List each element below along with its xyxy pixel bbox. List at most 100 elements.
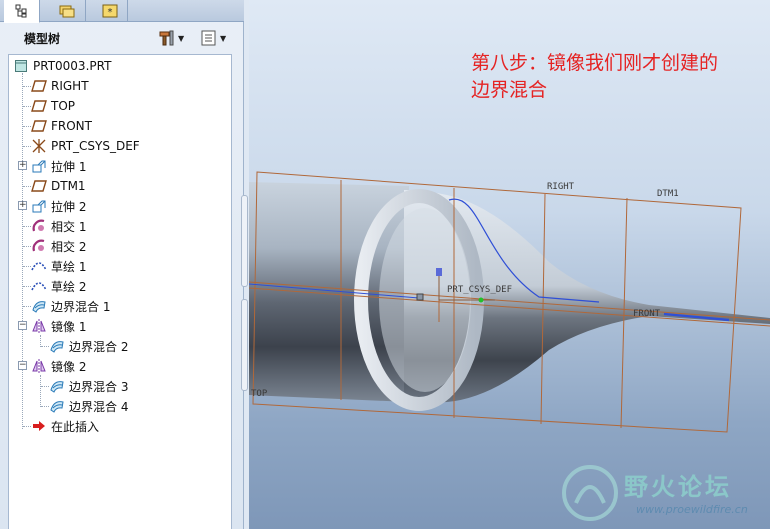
tree-item-label: 在此插入 (51, 419, 100, 434)
tree-connector-line (41, 386, 49, 387)
annotation-line-1: 第八步：镜像我们刚才创建的 (471, 52, 719, 74)
forum-watermark: 野火论坛 www.proewildfire.cn (558, 461, 768, 529)
model-tree-tab-icon (15, 4, 26, 18)
favorites-tab[interactable]: * (92, 0, 128, 22)
boundary-blend-icon (31, 298, 47, 314)
tree-item-boundary-blend-2[interactable]: 边界混合 2 (49, 336, 271, 356)
tree-item-top[interactable]: TOP (31, 96, 253, 116)
tree-item-dtm1[interactable]: DTM1 (31, 176, 253, 196)
tree-connector-line (41, 406, 49, 407)
tree-item-label: 草绘 2 (51, 279, 87, 294)
tree-item-label: RIGHT (51, 79, 89, 93)
tree-item-label: 边界混合 2 (69, 339, 129, 354)
model-tree: PRT0003.PRT RIGHT TOP FRONT PRT_CSYS_DEF… (8, 54, 232, 529)
expand-toggle[interactable]: + (18, 201, 27, 210)
boundary-blend-icon (49, 338, 65, 354)
datum-label-dtm1: DTM1 (657, 189, 679, 199)
tree-item-insert-here[interactable]: 在此插入 (31, 416, 253, 436)
folder-browser-tab-icon (59, 5, 74, 18)
intersect-icon (31, 238, 47, 254)
tree-connector-line (40, 375, 41, 407)
tree-item-intersect-1[interactable]: 相交 1 (31, 216, 253, 236)
tree-item-sketch-1[interactable]: 草绘 1 (31, 256, 253, 276)
mirror-icon (31, 318, 47, 334)
tree-item-label: DTM1 (51, 179, 86, 193)
tree-item-label: 拉伸 1 (51, 159, 87, 174)
tree-item-extrude-2[interactable]: 拉伸 2 (31, 196, 253, 216)
svg-text:*: * (107, 7, 112, 18)
datum-plane-icon (31, 118, 47, 134)
mirror-icon (31, 358, 47, 374)
tree-item-label: 边界混合 4 (69, 399, 129, 414)
folder-browser-tab[interactable] (50, 0, 86, 22)
tree-item-label: PRT0003.PRT (33, 59, 112, 73)
tree-item-label: 边界混合 3 (69, 379, 129, 394)
tree-item-extrude-1[interactable]: 拉伸 1 (31, 156, 253, 176)
tree-item-boundary-blend-1[interactable]: 边界混合 1 (31, 296, 253, 316)
favorites-tab-icon: * (102, 4, 117, 18)
sketch-icon (31, 258, 47, 274)
model-tree-tab[interactable] (4, 0, 40, 23)
splitter-handle[interactable] (241, 195, 248, 287)
tree-item-front[interactable]: FRONT (31, 116, 253, 136)
expand-toggle[interactable]: + (18, 161, 27, 170)
watermark-logo-icon (562, 465, 618, 521)
datum-plane-icon (31, 98, 47, 114)
tutorial-annotation: 第八步：镜像我们刚才创建的 边界混合 (471, 50, 761, 104)
splitter-handle[interactable] (241, 299, 248, 391)
tree-settings-button[interactable]: ▼ (158, 28, 184, 48)
collapse-toggle[interactable]: − (18, 321, 27, 330)
tree-connector-line (23, 146, 31, 147)
tree-show-button[interactable]: ▼ (200, 28, 226, 48)
tree-item-label: FRONT (51, 119, 92, 133)
tree-item-label: 草绘 1 (51, 259, 87, 274)
model-tree-header: 模型树 ▼ ▼ (6, 26, 238, 50)
tree-item-mirror-2[interactable]: 镜像 2 (31, 356, 253, 376)
chevron-down-icon: ▼ (220, 33, 227, 43)
tree-connector-line (23, 286, 31, 287)
datum-plane-icon (31, 178, 47, 194)
datum-label-top: TOP (251, 389, 268, 399)
datum-plane-icon (31, 78, 47, 94)
tree-item-label: PRT_CSYS_DEF (51, 139, 140, 153)
tree-item-boundary-blend-4[interactable]: 边界混合 4 (49, 396, 271, 416)
datum-label-front: FRONT (633, 309, 661, 319)
annotation-line-2: 边界混合 (471, 79, 548, 101)
panel-splitter[interactable] (240, 195, 249, 391)
navigator-panel: * 模型树 ▼ ▼ PRT0003.PRT RIGHT TOP FRONT PR… (0, 0, 244, 529)
tree-connector-line (23, 186, 31, 187)
navigator-tabstrip: * (0, 0, 244, 23)
tree-item-label: 边界混合 1 (51, 299, 111, 314)
tree-connector-line (23, 126, 31, 127)
collapse-toggle[interactable]: − (18, 361, 27, 370)
tree-item-csys[interactable]: PRT_CSYS_DEF (31, 136, 253, 156)
datum-label-right: RIGHT (547, 182, 575, 192)
chevron-down-icon: ▼ (178, 33, 185, 43)
tree-item-label: 镜像 2 (51, 359, 87, 374)
tree-connector-line (23, 226, 31, 227)
tree-item-right[interactable]: RIGHT (31, 76, 253, 96)
tree-item-label: 镜像 1 (51, 319, 87, 334)
model-tree-title: 模型树 (24, 31, 61, 46)
tree-item-boundary-blend-3[interactable]: 边界混合 3 (49, 376, 271, 396)
tree-connector-line (23, 306, 31, 307)
tree-item-prt0003[interactable]: PRT0003.PRT (13, 56, 235, 76)
tree-connector-line (23, 426, 31, 427)
graphics-viewport[interactable]: RIGHT DTM1 FRONT TOP PRT_CSYS_DEF 第八步：镜像… (249, 0, 770, 529)
csys-icon (31, 138, 47, 154)
tree-item-label: 相交 2 (51, 239, 87, 254)
tree-connector-line (23, 106, 31, 107)
sketch-icon (31, 278, 47, 294)
part-icon (13, 58, 29, 74)
tree-item-sketch-2[interactable]: 草绘 2 (31, 276, 253, 296)
tree-item-intersect-2[interactable]: 相交 2 (31, 236, 253, 256)
tree-connector-line (23, 246, 31, 247)
watermark-text: 野火论坛 (624, 473, 732, 501)
tree-connector-line (41, 346, 49, 347)
tree-item-mirror-1[interactable]: 镜像 1 (31, 316, 253, 336)
intersect-icon (31, 218, 47, 234)
csys-label: PRT_CSYS_DEF (447, 285, 512, 295)
insert-here-arrow-icon (31, 418, 47, 434)
list-icon (201, 30, 216, 46)
tree-connector-line (23, 266, 31, 267)
